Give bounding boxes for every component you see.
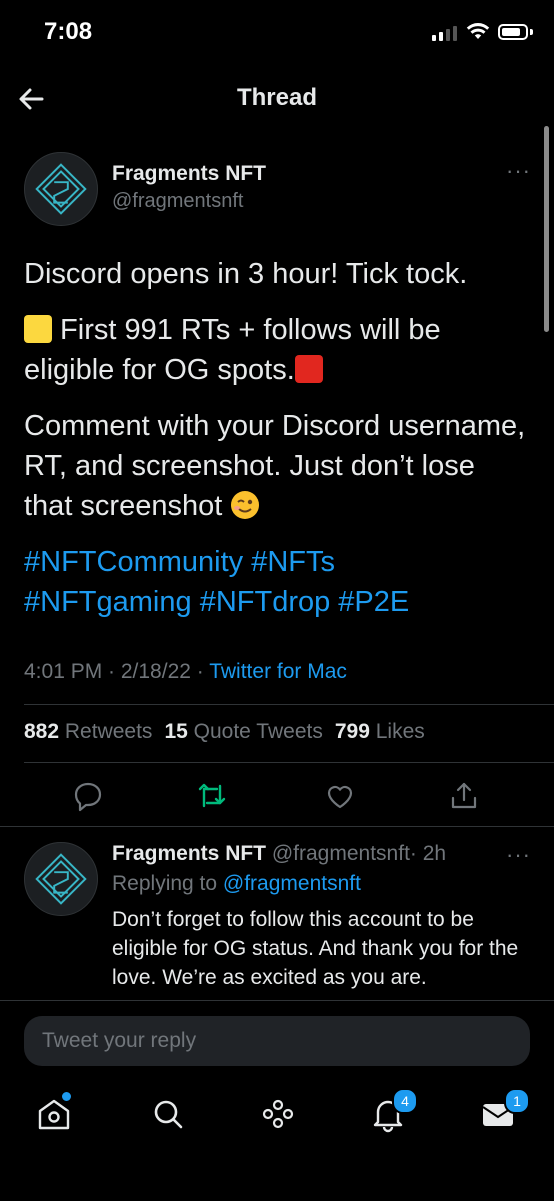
hashtag-link[interactable]: #NFTCommunity (24, 546, 243, 578)
spaces-icon[interactable] (258, 1094, 298, 1134)
battery-tip (530, 29, 533, 35)
tweet-stats: 882 Retweets 15 Quote Tweets 799 Likes (24, 720, 425, 744)
avatar[interactable] (24, 152, 98, 226)
timestamp: 4:01 PM · 2/18/22 · (24, 660, 210, 683)
retweets-stat[interactable]: 882 Retweets (24, 720, 152, 744)
tweet-line-3: Comment with your Discord username, RT, … (24, 406, 530, 526)
tweet-text: Discord opens in 3 hour! Tick tock. Firs… (24, 254, 530, 638)
retweet-icon[interactable] (194, 778, 230, 814)
reply-icon[interactable] (70, 778, 106, 814)
reply-text: Don’t forget to follow this account to b… (112, 908, 519, 989)
hashtag-link[interactable]: #P2E (338, 586, 409, 618)
more-options-icon[interactable]: ··· (506, 158, 531, 184)
tweet-meta: 4:01 PM · 2/18/22 · Twitter for Mac (24, 660, 347, 684)
tweet-line-2: First 991 RTs + follows will be eligible… (24, 310, 530, 390)
hashtag-link[interactable]: #NFTs (251, 546, 335, 578)
status-time: 7:08 (44, 18, 93, 45)
tweet-line-1: Discord opens in 3 hour! Tick tock. (24, 258, 468, 290)
reply-header: Fragments NFT @fragmentsnft· 2h (112, 842, 446, 866)
hashtag-link[interactable]: #NFTgaming (24, 586, 192, 618)
notifications-badge: 4 (392, 1088, 418, 1114)
tweet-source-link[interactable]: Twitter for Mac (209, 660, 347, 683)
cellular-signal-icon (432, 25, 457, 41)
divider (24, 762, 554, 763)
scrollbar[interactable] (544, 126, 549, 332)
replying-to: Replying to @fragmentsnft (112, 872, 361, 896)
home-notification-dot (60, 1090, 73, 1103)
battery-icon (498, 24, 528, 40)
search-icon[interactable] (148, 1094, 188, 1134)
tweet-reply-input[interactable] (24, 1016, 530, 1066)
divider (0, 826, 554, 827)
tweet-line-2-text: First 991 RTs + follows will be eligible… (24, 314, 441, 386)
divider (24, 704, 554, 705)
replying-to-handle[interactable]: @fragmentsnft (223, 872, 361, 895)
quote-tweets-stat[interactable]: 15 Quote Tweets (164, 720, 322, 744)
reply-author-name[interactable]: Fragments NFT (112, 842, 266, 865)
messages-badge: 1 (504, 1088, 530, 1114)
likes-stat[interactable]: 799 Likes (335, 720, 425, 744)
share-icon[interactable] (446, 778, 482, 814)
yellow-square-emoji (24, 315, 52, 343)
reply-avatar[interactable] (24, 842, 98, 916)
tweet-line-3-text: Comment with your Discord username, RT, … (24, 410, 526, 522)
hashtags: #NFTCommunity #NFTs #NFTgaming #NFTdrop … (24, 542, 530, 622)
page-title: Thread (236, 84, 317, 111)
reply-time: · 2h (409, 842, 447, 865)
author-handle[interactable]: @fragmentsnft (112, 190, 243, 213)
author-name[interactable]: Fragments NFT (112, 162, 266, 186)
red-square-emoji (294, 355, 323, 383)
reply-more-options-icon[interactable]: ··· (506, 842, 531, 868)
reply-author-handle[interactable]: @fragmentsnft (272, 842, 410, 865)
winking-face-emoji (230, 490, 260, 520)
hashtag-link[interactable]: #NFTdrop (200, 586, 331, 618)
like-icon[interactable] (322, 778, 358, 814)
wifi-icon (466, 22, 490, 45)
replying-to-label: Replying to (112, 872, 223, 895)
